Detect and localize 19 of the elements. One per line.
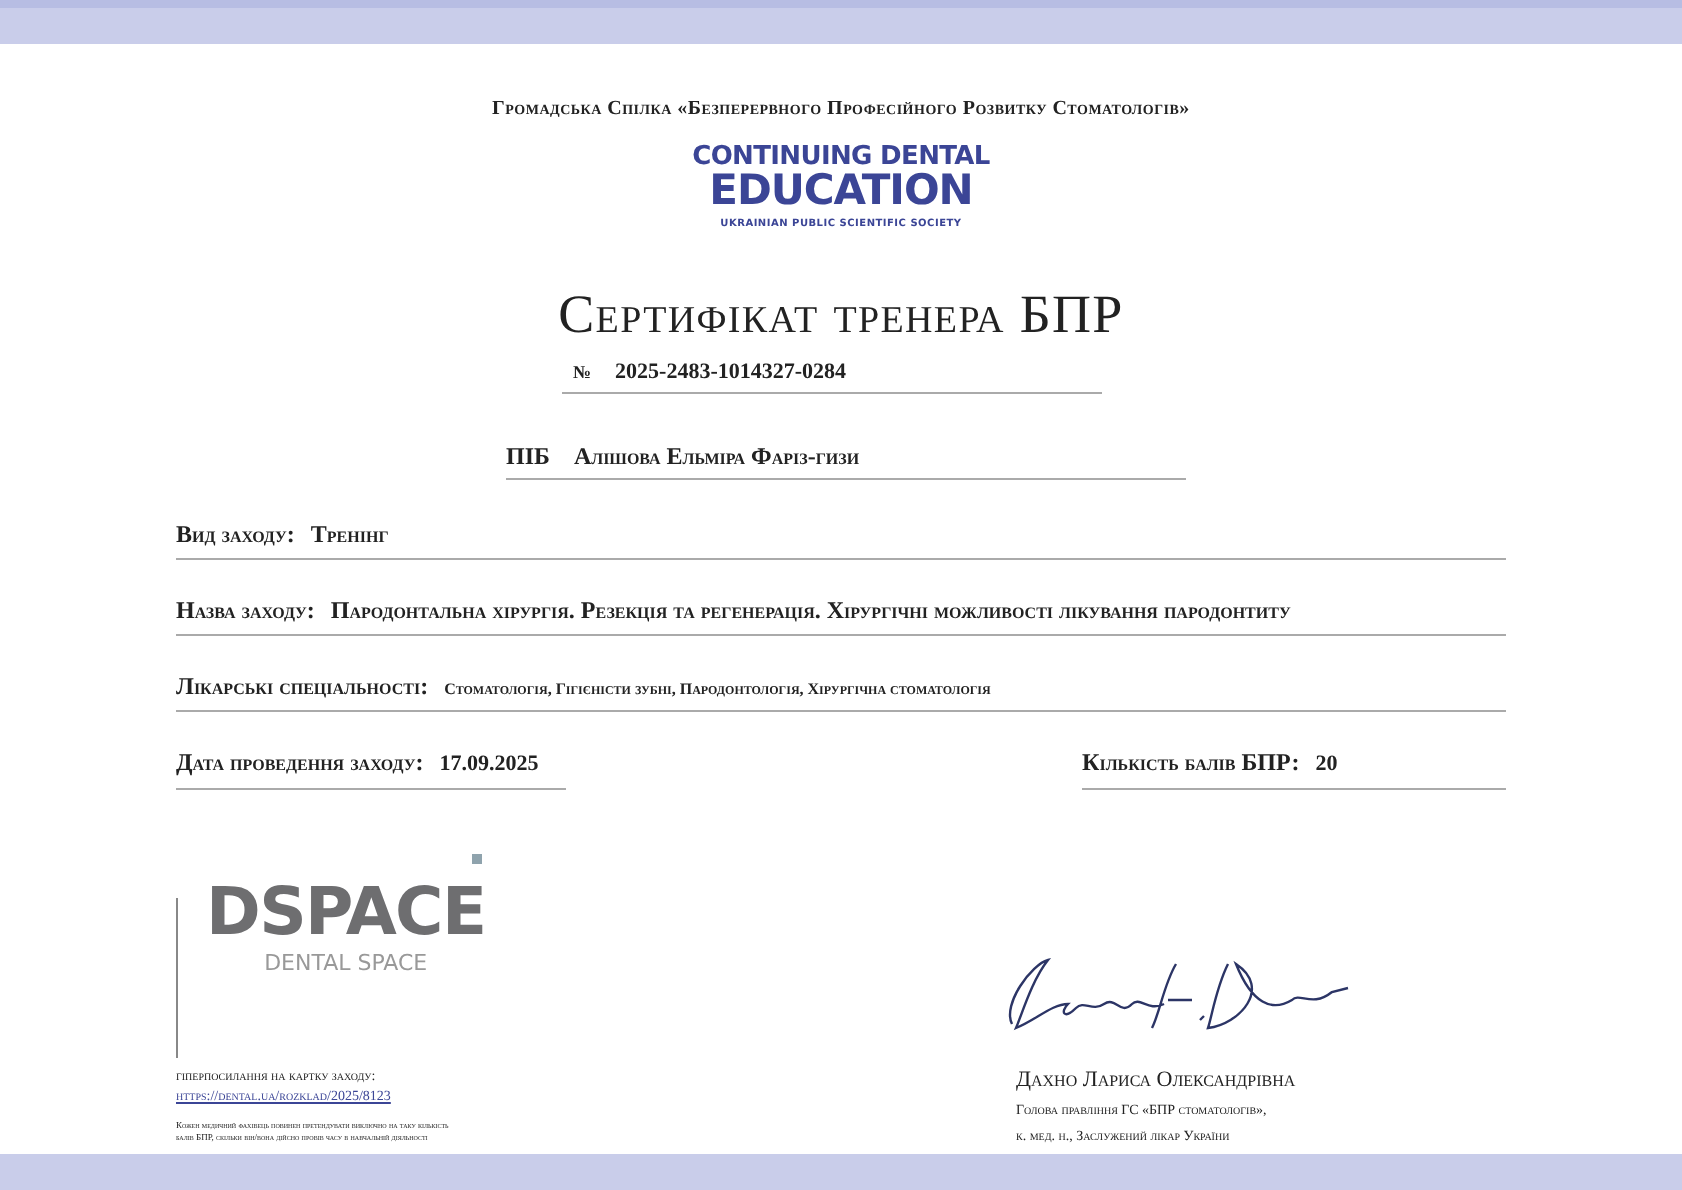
- organization-name: Громадська Спілка «Безперервного Професійного Розвитку Стоматологів»: [490, 96, 1192, 124]
- participant-name: Алішова Ельміра Фаріз-гизи: [573, 440, 860, 474]
- signatory-name: Дахно Лариса Олександрівна: [1016, 1065, 1296, 1095]
- squares-icon: [471, 853, 482, 863]
- date-label: Дата проведення заходу:: [176, 746, 424, 780]
- points-value: 20: [1315, 750, 1338, 780]
- dspace-logo: DSPACE DENTAL SPACE: [206, 877, 486, 1057]
- certificate-title: Сертифікат тренера БПР: [556, 282, 1126, 348]
- field-value: Пародонтальна хірургія. Резекція та регенерація. Хірургічні можливості лікування пародонтиту: [330, 594, 1291, 628]
- points-label: Кількість балів БПР:: [1082, 746, 1300, 780]
- field-value: Стоматологія, Гігієністи зубні, Пародонтологія, Хірургічна стоматологія: [444, 678, 991, 702]
- number-label: №: [573, 359, 592, 385]
- name-label: ПІБ: [506, 440, 550, 474]
- field-label: Лікарські спеціальності:: [176, 670, 429, 704]
- field-label: Назва заходу:: [176, 594, 315, 628]
- field-label: Вид заходу:: [176, 518, 295, 552]
- field-value: Тренінг: [310, 518, 389, 552]
- event-date: 17.09.2025: [439, 750, 539, 780]
- certificate-number: 2025-2483-1014327-0284: [615, 357, 847, 387]
